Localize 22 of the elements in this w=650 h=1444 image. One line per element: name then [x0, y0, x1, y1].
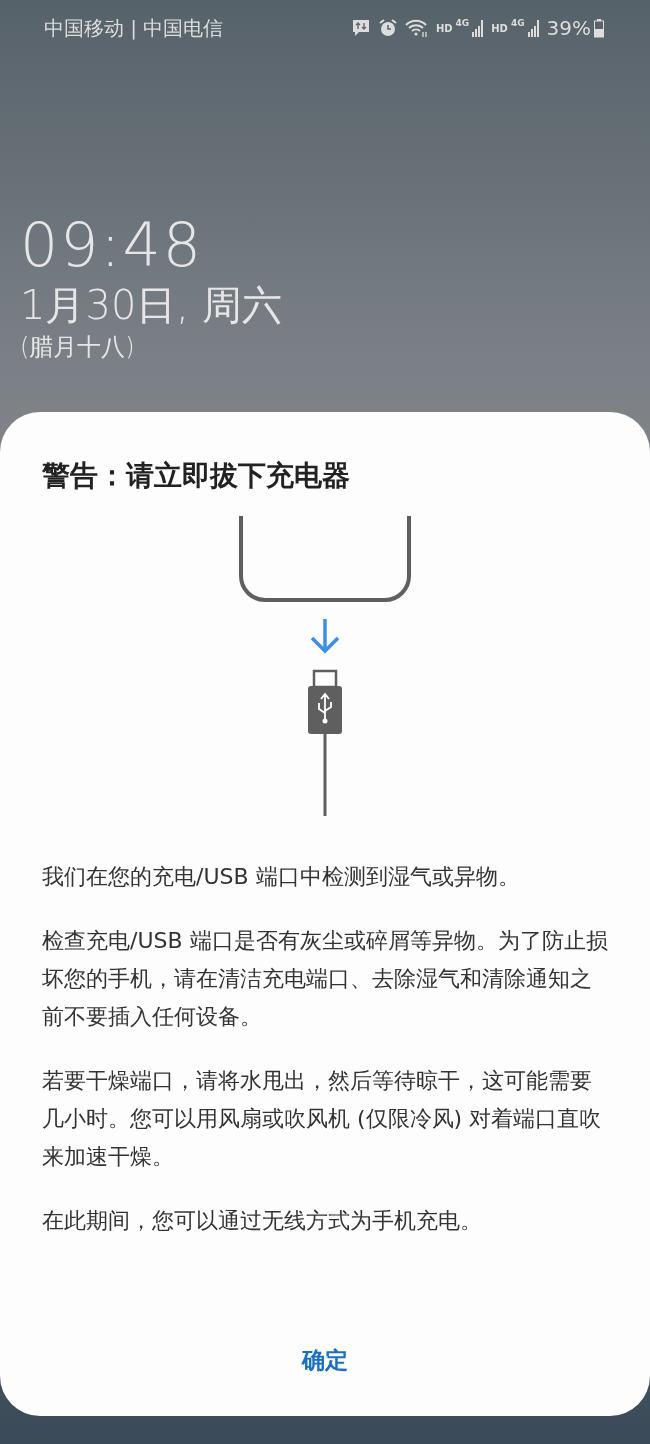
- signal-icon: [527, 19, 540, 37]
- message-icon: [350, 18, 371, 38]
- confirm-button[interactable]: 确定: [282, 1335, 368, 1386]
- dialog-title: 警告：请立即拔下充电器: [42, 458, 351, 494]
- carrier-label: 中国移动 | 中国电信: [44, 14, 224, 42]
- hd-label: HD: [435, 22, 453, 34]
- battery-icon: [594, 18, 604, 38]
- wifi-icon: [404, 18, 429, 38]
- dialog-paragraph: 若要干燥端口，请将水甩出，然后等待晾干，这可能需要几小时。您可以用风扇或吹风机 (仅限冷风) 对着端口直吹来加速干燥。: [42, 1067, 603, 1171]
- hd-label: HD: [491, 22, 508, 34]
- network-label: 4G: [510, 18, 525, 28]
- lunar-date: (腊月十八): [20, 332, 135, 362]
- arrow-down-icon: [310, 617, 340, 654]
- alarm-icon: [377, 18, 398, 38]
- battery-percent: 39%: [546, 16, 591, 40]
- dialog-paragraph: 我们在您的充电/USB 端口中检测到湿气或异物。: [42, 863, 521, 891]
- clock-time: 09:48: [20, 212, 203, 278]
- signal-icon: [472, 19, 485, 37]
- clock-date: 1月30日, 周六: [20, 281, 282, 330]
- dialog-paragraph: 在此期间，您可以通过无线方式为手机充电。: [42, 1207, 483, 1235]
- network-label: 4G: [455, 18, 470, 28]
- dialog-paragraph: 检查充电/USB 端口是否有灰尘或碎屑等异物。为了防止损坏您的手机，请在清洁充电端口、去除湿气和清除通知之前不要插入任何设备。: [42, 927, 608, 1031]
